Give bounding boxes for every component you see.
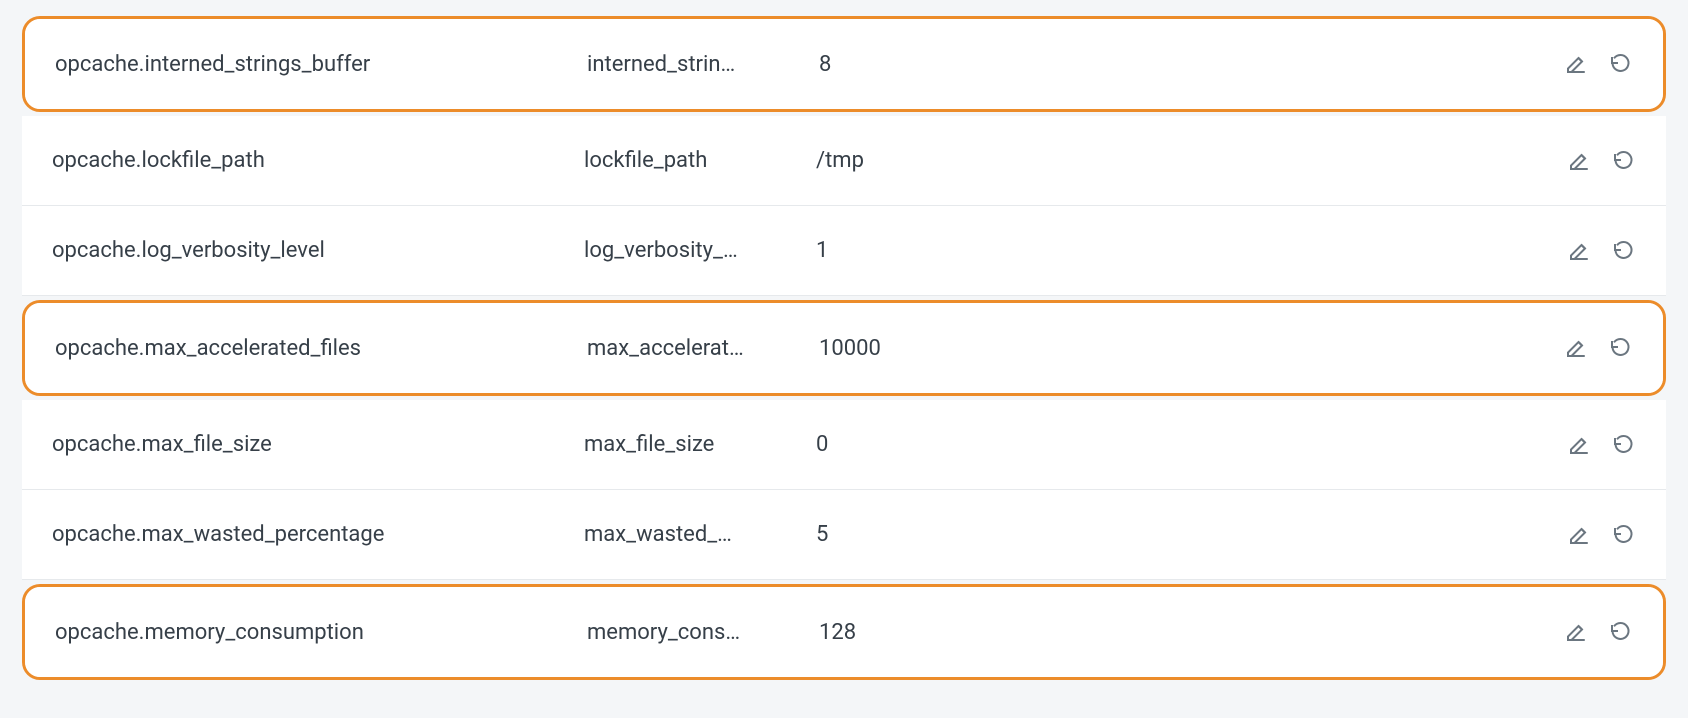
reset-icon[interactable]: [1610, 238, 1636, 264]
edit-icon[interactable]: [1566, 432, 1592, 458]
reset-icon[interactable]: [1610, 432, 1636, 458]
table-row: opcache.lockfile_path lockfile_path /tmp: [22, 116, 1666, 206]
setting-value: 8: [819, 52, 1537, 77]
setting-short: max_wasted_…: [584, 522, 816, 547]
setting-name: opcache.lockfile_path: [52, 148, 584, 173]
edit-icon[interactable]: [1563, 335, 1589, 361]
setting-name: opcache.log_verbosity_level: [52, 238, 584, 263]
reset-icon[interactable]: [1610, 522, 1636, 548]
table-row: opcache.interned_strings_buffer interned…: [22, 16, 1666, 112]
setting-short: log_verbosity_…: [584, 238, 816, 263]
setting-short: lockfile_path: [584, 148, 816, 173]
reset-icon[interactable]: [1607, 335, 1633, 361]
setting-short: interned_strin…: [587, 52, 819, 77]
setting-short: max_accelerat…: [587, 336, 819, 361]
setting-value: /tmp: [816, 148, 1540, 173]
config-table: opcache.interned_strings_buffer interned…: [0, 0, 1688, 714]
setting-value: 128: [819, 620, 1537, 645]
setting-name: opcache.max_file_size: [52, 432, 584, 457]
setting-name: opcache.max_accelerated_files: [55, 336, 587, 361]
setting-value: 10000: [819, 336, 1537, 361]
setting-value: 5: [816, 522, 1540, 547]
reset-icon[interactable]: [1607, 619, 1633, 645]
setting-short: max_file_size: [584, 432, 816, 457]
table-row: opcache.max_file_size max_file_size 0: [22, 400, 1666, 490]
setting-value: 1: [816, 238, 1540, 263]
setting-short: memory_cons…: [587, 620, 819, 645]
reset-icon[interactable]: [1610, 148, 1636, 174]
setting-name: opcache.memory_consumption: [55, 620, 587, 645]
table-row: opcache.max_accelerated_files max_accele…: [22, 300, 1666, 396]
table-row: opcache.log_verbosity_level log_verbosit…: [22, 206, 1666, 296]
edit-icon[interactable]: [1566, 238, 1592, 264]
setting-value: 0: [816, 432, 1540, 457]
table-row: opcache.memory_consumption memory_cons… …: [22, 584, 1666, 680]
table-row: opcache.max_wasted_percentage max_wasted…: [22, 490, 1666, 580]
setting-name: opcache.interned_strings_buffer: [55, 52, 587, 77]
edit-icon[interactable]: [1563, 51, 1589, 77]
edit-icon[interactable]: [1563, 619, 1589, 645]
edit-icon[interactable]: [1566, 148, 1592, 174]
edit-icon[interactable]: [1566, 522, 1592, 548]
reset-icon[interactable]: [1607, 51, 1633, 77]
setting-name: opcache.max_wasted_percentage: [52, 522, 584, 547]
